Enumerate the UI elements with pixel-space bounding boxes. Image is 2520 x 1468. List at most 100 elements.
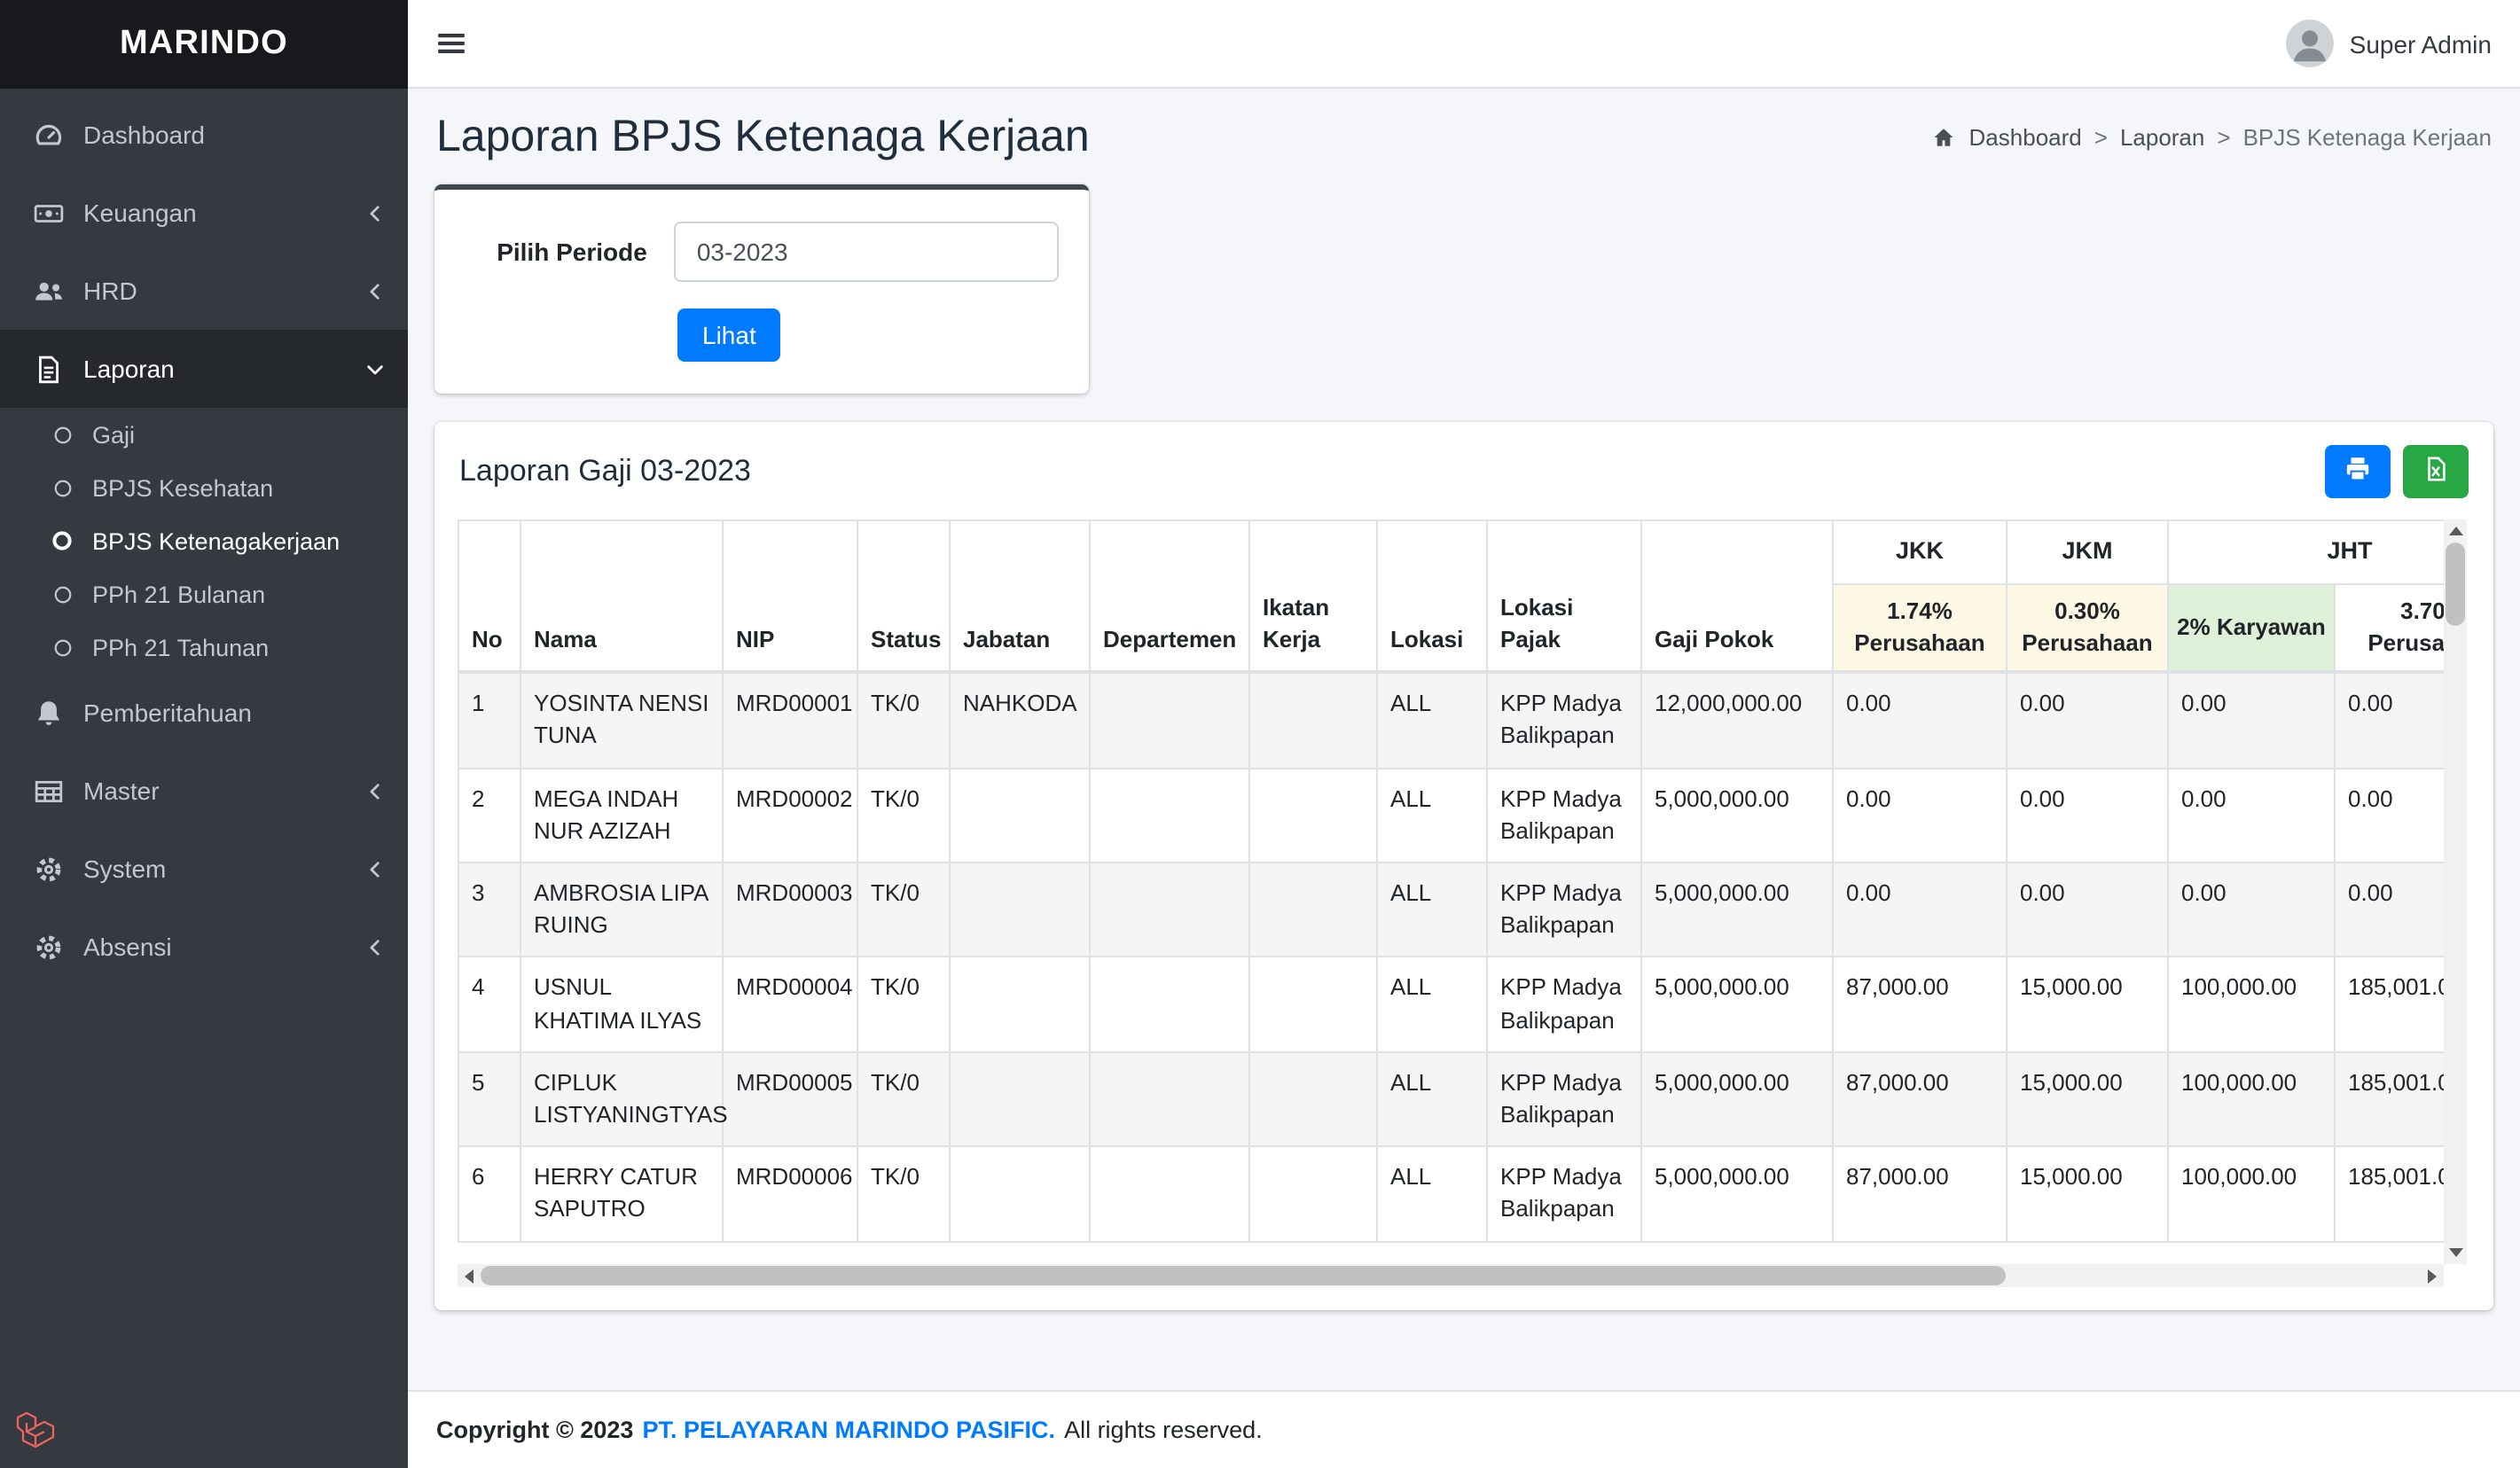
horizontal-scrollbar[interactable]	[458, 1264, 2444, 1287]
cell-jkk-perusahaan: 0.00	[1832, 767, 2007, 864]
sidebar-item-keuangan[interactable]: Keuangan	[0, 174, 408, 252]
report-table-scroll-area[interactable]: No Nama NIP Status Jabatan Departemen Ik…	[458, 519, 2444, 1264]
footer-company-link[interactable]: PT. PELAYARAN MARINDO PASIFIC.	[642, 1417, 1055, 1443]
chevron-left-icon	[364, 935, 387, 958]
breadcrumb-separator: >	[2217, 124, 2231, 151]
horizontal-scrollbar-thumb[interactable]	[481, 1266, 2006, 1285]
cell-no: 1	[458, 671, 521, 769]
cell-jkm-perusahaan: 15,000.00	[2006, 1145, 2169, 1243]
sidebar-item-pph21-tahunan[interactable]: PPh 21 Tahunan	[0, 621, 408, 674]
cell-departemen	[1089, 956, 1250, 1053]
sidebar-item-label: BPJS Ketenagakerjaan	[92, 527, 340, 554]
cell-lokasi: ALL	[1376, 1145, 1488, 1243]
scroll-up-arrow[interactable]	[2444, 519, 2467, 543]
brand-title: MARINDO	[120, 25, 288, 62]
cell-no: 5	[458, 1050, 521, 1148]
cell-nama: YOSINTA NENSI TUNA	[520, 671, 724, 769]
cell-departemen	[1089, 1145, 1250, 1243]
group-header-jkm: JKM	[2006, 519, 2169, 585]
sidebar-item-bpjs-ketenagakerjaan[interactable]: BPJS Ketenagakerjaan	[0, 514, 408, 567]
cell-status: TK/0	[857, 1145, 951, 1243]
vertical-scrollbar[interactable]	[2444, 519, 2467, 1264]
brand-link[interactable]: MARINDO	[0, 0, 408, 89]
money-icon	[28, 198, 67, 228]
sidebar-item-laporan[interactable]: Laporan	[0, 330, 408, 408]
sidebar-item-pemberitahuan[interactable]: Pemberitahuan	[0, 674, 408, 752]
cell-ikatan-kerja	[1248, 767, 1378, 864]
cell-jkm-perusahaan: 15,000.00	[2006, 1050, 2169, 1148]
cell-jabatan: NAHKODA	[949, 671, 1091, 769]
cell-lokasi-pajak: KPP Madya Balikpapan	[1486, 671, 1642, 769]
sidebar-item-absensi[interactable]: Absensi	[0, 908, 408, 986]
sidebar-item-master[interactable]: Master	[0, 752, 408, 830]
cell-jht-perusahaan: 0.00	[2333, 862, 2444, 958]
sidebar-item-gaji[interactable]: Gaji	[0, 408, 408, 461]
footer: Copyright © 2023 PT. PELAYARAN MARINDO P…	[408, 1390, 2520, 1468]
gear-icon	[28, 854, 67, 884]
sidebar-item-pph21-bulanan[interactable]: PPh 21 Bulanan	[0, 567, 408, 621]
app: MARINDO Dashboard Keuangan HRD Laporan G…	[0, 0, 2520, 1468]
content: Laporan BPJS Ketenaga Kerjaan Dashboard …	[408, 89, 2520, 1390]
cell-jkm-perusahaan: 0.00	[2006, 862, 2169, 958]
excel-button[interactable]	[2403, 445, 2469, 498]
breadcrumb: Dashboard > Laporan > BPJS Ketenaga Kerj…	[1932, 124, 2492, 151]
table-row: 3 AMBROSIA LIPA RUING MRD00003 TK/0 ALL …	[458, 862, 2444, 958]
table-row: 5 CIPLUK LISTYANINGTYAS MRD00005 TK/0 AL…	[458, 1050, 2444, 1148]
cell-gaji-pokok: 5,000,000.00	[1640, 1145, 1834, 1243]
user-menu[interactable]: Super Admin	[2285, 20, 2492, 67]
cell-departemen	[1089, 862, 1250, 958]
cell-no: 4	[458, 956, 521, 1053]
table-row: 2 MEGA INDAH NUR AZIZAH MRD00002 TK/0 AL…	[458, 767, 2444, 864]
cell-nama: CIPLUK LISTYANINGTYAS	[520, 1050, 728, 1148]
breadcrumb-separator: >	[2093, 124, 2108, 151]
cell-lokasi-pajak: KPP Madya Balikpapan	[1486, 862, 1642, 958]
breadcrumb-laporan[interactable]: Laporan	[2120, 124, 2204, 151]
footer-copyright: Copyright © 2023	[436, 1417, 634, 1443]
cell-jabatan	[949, 767, 1091, 864]
sidebar-item-label: Master	[83, 777, 160, 805]
scroll-down-arrow[interactable]	[2444, 1241, 2467, 1264]
printer-icon	[2344, 456, 2371, 488]
col-header-no: No	[458, 519, 521, 675]
subcol-header-jkm-perusahaan: 0.30% Perusahaan	[2006, 582, 2169, 675]
group-header-row: No Nama NIP Status Jabatan Departemen Ik…	[458, 519, 2444, 675]
sidebar-item-dashboard[interactable]: Dashboard	[0, 96, 408, 174]
cell-ikatan-kerja	[1248, 1050, 1378, 1148]
col-header-jabatan: Jabatan	[949, 519, 1091, 675]
laravel-logo-icon	[14, 1411, 57, 1459]
vertical-scrollbar-thumb[interactable]	[2446, 543, 2465, 626]
footer-rights: All rights reserved.	[1064, 1417, 1263, 1443]
cell-jabatan	[949, 862, 1091, 958]
cell-jabatan	[949, 1145, 1091, 1243]
hamburger-menu-button[interactable]	[436, 28, 466, 59]
user-name: Super Admin	[2349, 29, 2492, 58]
file-excel-icon	[2422, 456, 2449, 488]
cell-lokasi: ALL	[1376, 862, 1488, 958]
col-header-nama: Nama	[520, 519, 724, 675]
cell-ikatan-kerja	[1248, 671, 1378, 769]
filter-card: Pilih Periode Lihat	[434, 184, 1089, 394]
cell-jkk-perusahaan: 87,000.00	[1832, 956, 2007, 1053]
sidebar-item-system[interactable]: System	[0, 830, 408, 908]
col-header-lokasi: Lokasi	[1376, 519, 1488, 675]
cell-no: 6	[458, 1145, 521, 1243]
lihat-button[interactable]: Lihat	[677, 308, 781, 362]
cell-jht-karyawan: 0.00	[2167, 767, 2336, 864]
breadcrumb-dashboard[interactable]: Dashboard	[1969, 124, 2082, 151]
scroll-left-arrow[interactable]	[458, 1264, 481, 1287]
periode-input[interactable]	[673, 222, 1059, 282]
scroll-right-arrow[interactable]	[2421, 1264, 2444, 1287]
print-button[interactable]	[2325, 445, 2391, 498]
cell-gaji-pokok: 5,000,000.00	[1640, 862, 1834, 958]
sidebar-item-hrd[interactable]: HRD	[0, 252, 408, 330]
cell-jht-karyawan: 100,000.00	[2167, 1050, 2336, 1148]
cell-nama: HERRY CATUR SAPUTRO	[520, 1145, 724, 1243]
cell-status: TK/0	[857, 671, 951, 769]
cell-jkk-perusahaan: 87,000.00	[1832, 1050, 2007, 1148]
avatar	[2285, 20, 2334, 67]
table-icon	[28, 776, 67, 806]
cell-jkk-perusahaan: 0.00	[1832, 862, 2007, 958]
report-tools	[2325, 445, 2469, 498]
sidebar-item-bpjs-kesehatan[interactable]: BPJS Kesehatan	[0, 461, 408, 514]
cell-lokasi-pajak: KPP Madya Balikpapan	[1486, 956, 1642, 1053]
